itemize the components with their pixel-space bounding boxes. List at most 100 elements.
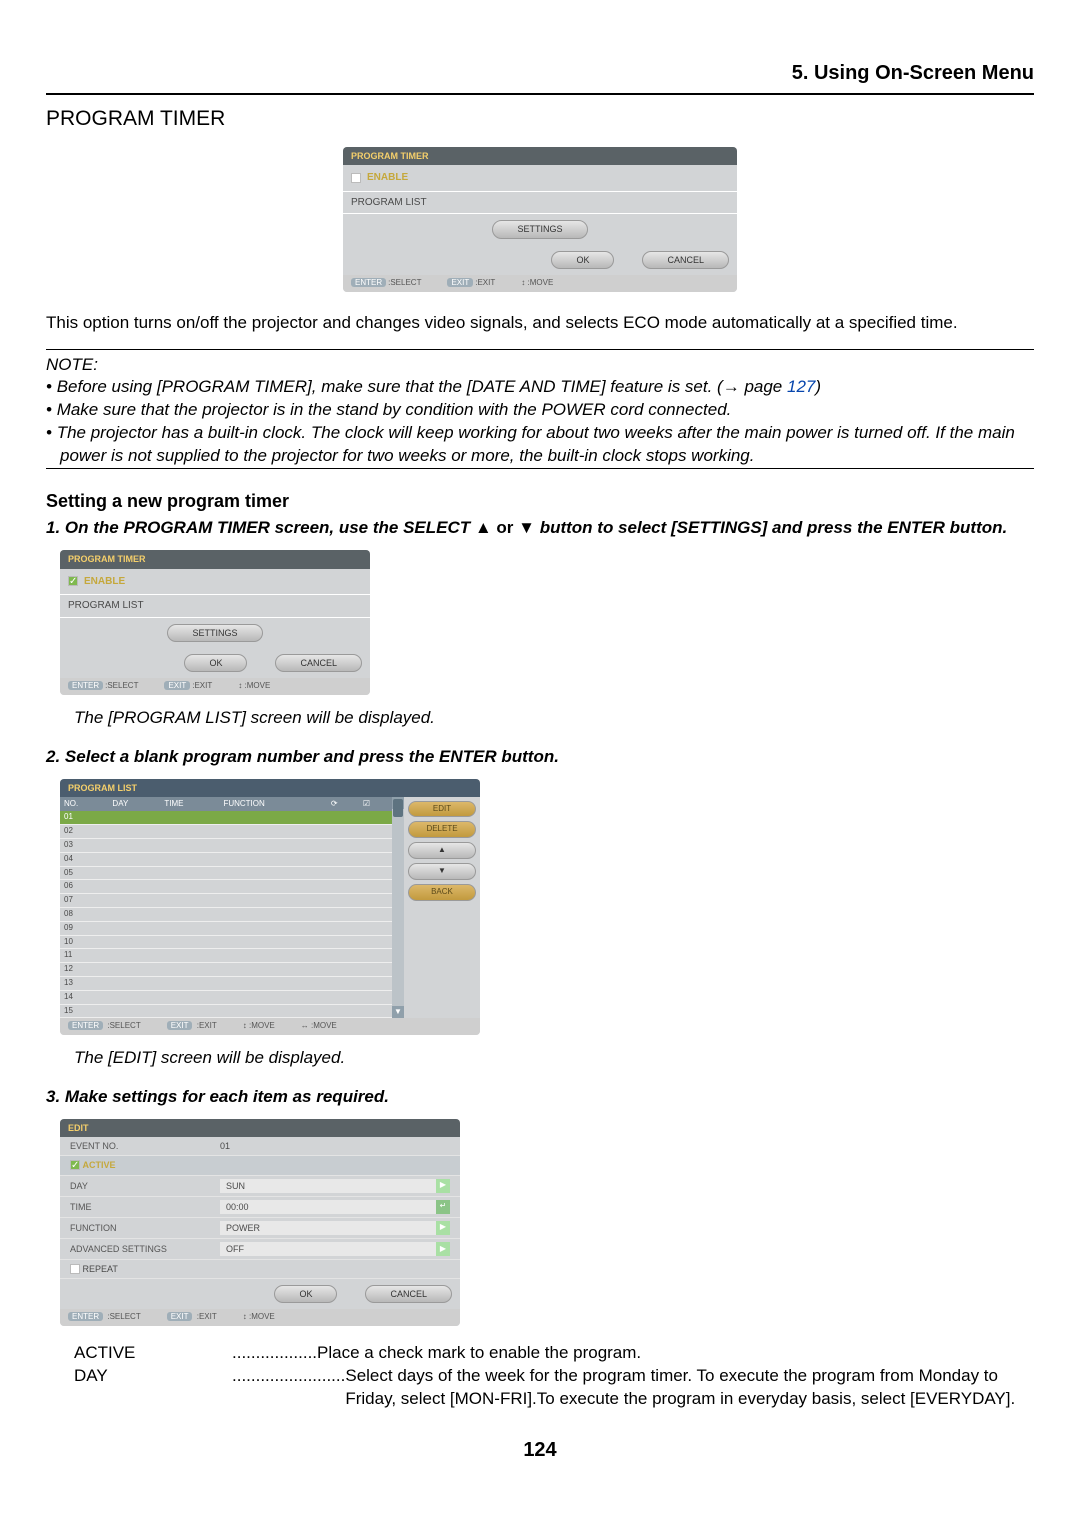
table-row[interactable]: 13 bbox=[60, 977, 392, 991]
dialog-footer: ENTER :SELECT EXIT :EXIT ↕ :MOVE bbox=[60, 1309, 460, 1326]
up-button[interactable]: ▲ bbox=[408, 842, 476, 859]
program-timer-dialog-enabled: PROGRAM TIMER ENABLE PROGRAM LIST SETTIN… bbox=[60, 550, 370, 694]
step-2: 2. Select a blank program number and pre… bbox=[46, 746, 1034, 769]
table-row[interactable]: 09 bbox=[60, 921, 392, 935]
ok-button[interactable]: OK bbox=[551, 251, 614, 269]
table-row-selected[interactable]: 01 bbox=[60, 811, 392, 824]
note-item: The projector has a built-in clock. The … bbox=[46, 422, 1034, 468]
repeat-row: REPEAT bbox=[60, 1260, 460, 1279]
active-checkbox[interactable] bbox=[70, 1160, 80, 1170]
ok-button[interactable]: OK bbox=[274, 1285, 337, 1303]
dialog-titlebar: PROGRAM LIST bbox=[60, 779, 480, 797]
note-label: NOTE: bbox=[46, 354, 1034, 377]
edit-button[interactable]: EDIT bbox=[408, 801, 476, 818]
program-list-dialog: PROGRAM LIST NO.DAYTIMEFUNCTION⟳☑ 01 02 … bbox=[60, 779, 480, 1036]
chapter-rule bbox=[46, 93, 1034, 95]
table-row[interactable]: 12 bbox=[60, 963, 392, 977]
note-item: Before using [PROGRAM TIMER], make sure … bbox=[46, 376, 1034, 399]
function-value[interactable]: POWER bbox=[220, 1221, 436, 1235]
move-key: ↕ bbox=[521, 278, 525, 287]
note-item: Make sure that the projector is in the s… bbox=[46, 399, 1034, 422]
day-value[interactable]: SUN bbox=[220, 1179, 436, 1193]
settings-button[interactable]: SETTINGS bbox=[492, 220, 587, 238]
advanced-row: ADVANCED SETTINGSOFF▶ bbox=[60, 1239, 460, 1260]
edit-icon[interactable]: ↵ bbox=[436, 1200, 450, 1214]
page-number: 124 bbox=[46, 1437, 1034, 1464]
active-row: ACTIVE bbox=[60, 1156, 460, 1175]
table-header: NO.DAYTIMEFUNCTION⟳☑ bbox=[60, 797, 392, 812]
table-row[interactable]: 08 bbox=[60, 908, 392, 922]
scrollbar[interactable]: ▲ ▼ bbox=[392, 797, 404, 1019]
enable-label: ENABLE bbox=[367, 171, 408, 185]
arrow-icons: ▲ or ▼ bbox=[475, 518, 535, 537]
dialog-titlebar: EDIT bbox=[60, 1119, 460, 1137]
dialog-footer: ENTER:SELECT EXIT:EXIT ↕ :MOVE bbox=[60, 678, 370, 695]
table-row[interactable]: 10 bbox=[60, 935, 392, 949]
definitions-list: ACTIVE .................. Place a check … bbox=[74, 1342, 1034, 1411]
dropdown-icon[interactable]: ▶ bbox=[436, 1221, 450, 1235]
definition-row: ACTIVE .................. Place a check … bbox=[74, 1342, 1034, 1365]
table-row[interactable]: 03 bbox=[60, 839, 392, 853]
dialog-titlebar: PROGRAM TIMER bbox=[343, 147, 737, 165]
enter-key: ENTER bbox=[351, 278, 386, 287]
settings-row: SETTINGS bbox=[343, 214, 737, 244]
step-3: 3. Make settings for each item as requir… bbox=[46, 1086, 1034, 1109]
down-button[interactable]: ▼ bbox=[408, 863, 476, 880]
table-row[interactable]: 02 bbox=[60, 825, 392, 839]
program-list-label: PROGRAM LIST bbox=[343, 192, 737, 215]
result-text-1: The [PROGRAM LIST] screen will be displa… bbox=[74, 707, 1034, 730]
list-left: NO.DAYTIMEFUNCTION⟳☑ 01 02 03 04 05 06 0… bbox=[60, 797, 392, 1019]
program-table: NO.DAYTIMEFUNCTION⟳☑ 01 02 03 04 05 06 0… bbox=[60, 797, 392, 1019]
table-row[interactable]: 15 bbox=[60, 1004, 392, 1018]
ok-button[interactable]: OK bbox=[184, 654, 247, 672]
result-text-2: The [EDIT] screen will be displayed. bbox=[74, 1047, 1034, 1070]
edit-dialog: EDIT EVENT NO.01 ACTIVE DAYSUN▶ TIME00:0… bbox=[60, 1119, 460, 1326]
table-row[interactable]: 07 bbox=[60, 894, 392, 908]
list-buttons: EDIT DELETE ▲ ▼ BACK bbox=[404, 797, 480, 1019]
enable-row: ENABLE bbox=[343, 165, 737, 192]
section-title: PROGRAM TIMER bbox=[46, 105, 1034, 133]
enable-checkbox[interactable] bbox=[351, 173, 361, 183]
dialog-footer: ENTER :SELECT EXIT :EXIT ↕ :MOVE ↔ :MOVE bbox=[60, 1018, 480, 1035]
step-1: 1. On the PROGRAM TIMER screen, use the … bbox=[46, 517, 1034, 540]
note-block: NOTE: Before using [PROGRAM TIMER], make… bbox=[46, 349, 1034, 470]
dropdown-icon[interactable]: ▶ bbox=[436, 1242, 450, 1256]
enable-checkbox-checked[interactable] bbox=[68, 576, 78, 586]
active-label: ACTIVE bbox=[83, 1159, 116, 1171]
scroll-down-icon[interactable]: ▼ bbox=[392, 1006, 404, 1018]
time-row: TIME00:00↵ bbox=[60, 1197, 460, 1218]
table-row[interactable]: 05 bbox=[60, 866, 392, 880]
repeat-checkbox[interactable] bbox=[70, 1264, 80, 1274]
cancel-button[interactable]: CANCEL bbox=[275, 654, 362, 672]
table-row[interactable]: 11 bbox=[60, 949, 392, 963]
dropdown-icon[interactable]: ▶ bbox=[436, 1179, 450, 1193]
note-rule-top bbox=[46, 349, 1034, 350]
body-text: This option turns on/off the projector a… bbox=[46, 312, 1034, 335]
definition-row: DAY........................ Select days … bbox=[74, 1365, 1034, 1411]
function-row: FUNCTIONPOWER▶ bbox=[60, 1218, 460, 1239]
cancel-button[interactable]: CANCEL bbox=[365, 1285, 452, 1303]
advanced-value[interactable]: OFF bbox=[220, 1242, 436, 1256]
repeat-label: REPEAT bbox=[83, 1263, 118, 1275]
scroll-thumb[interactable] bbox=[393, 799, 403, 817]
enable-label: ENABLE bbox=[84, 575, 125, 589]
table-row[interactable]: 04 bbox=[60, 852, 392, 866]
dialog-footer: ENTER:SELECT EXIT:EXIT ↕ :MOVE bbox=[343, 275, 737, 292]
chapter-heading: 5. Using On-Screen Menu bbox=[46, 60, 1034, 87]
event-no-row: EVENT NO.01 bbox=[60, 1137, 460, 1156]
dialog-titlebar: PROGRAM TIMER bbox=[60, 550, 370, 568]
exit-key: EXIT bbox=[447, 278, 473, 287]
day-row: DAYSUN▶ bbox=[60, 1176, 460, 1197]
back-button[interactable]: BACK bbox=[408, 884, 476, 901]
sub-heading: Setting a new program timer bbox=[46, 489, 1034, 513]
table-row[interactable]: 06 bbox=[60, 880, 392, 894]
note-rule-bottom bbox=[46, 468, 1034, 469]
page-link[interactable]: 127 bbox=[787, 377, 815, 396]
delete-button[interactable]: DELETE bbox=[408, 821, 476, 838]
table-row[interactable]: 14 bbox=[60, 990, 392, 1004]
cancel-button[interactable]: CANCEL bbox=[642, 251, 729, 269]
confirm-row: OK CANCEL bbox=[343, 245, 737, 275]
program-list-label: PROGRAM LIST bbox=[60, 595, 370, 618]
settings-button[interactable]: SETTINGS bbox=[167, 624, 262, 642]
time-value[interactable]: 00:00 bbox=[220, 1200, 436, 1214]
